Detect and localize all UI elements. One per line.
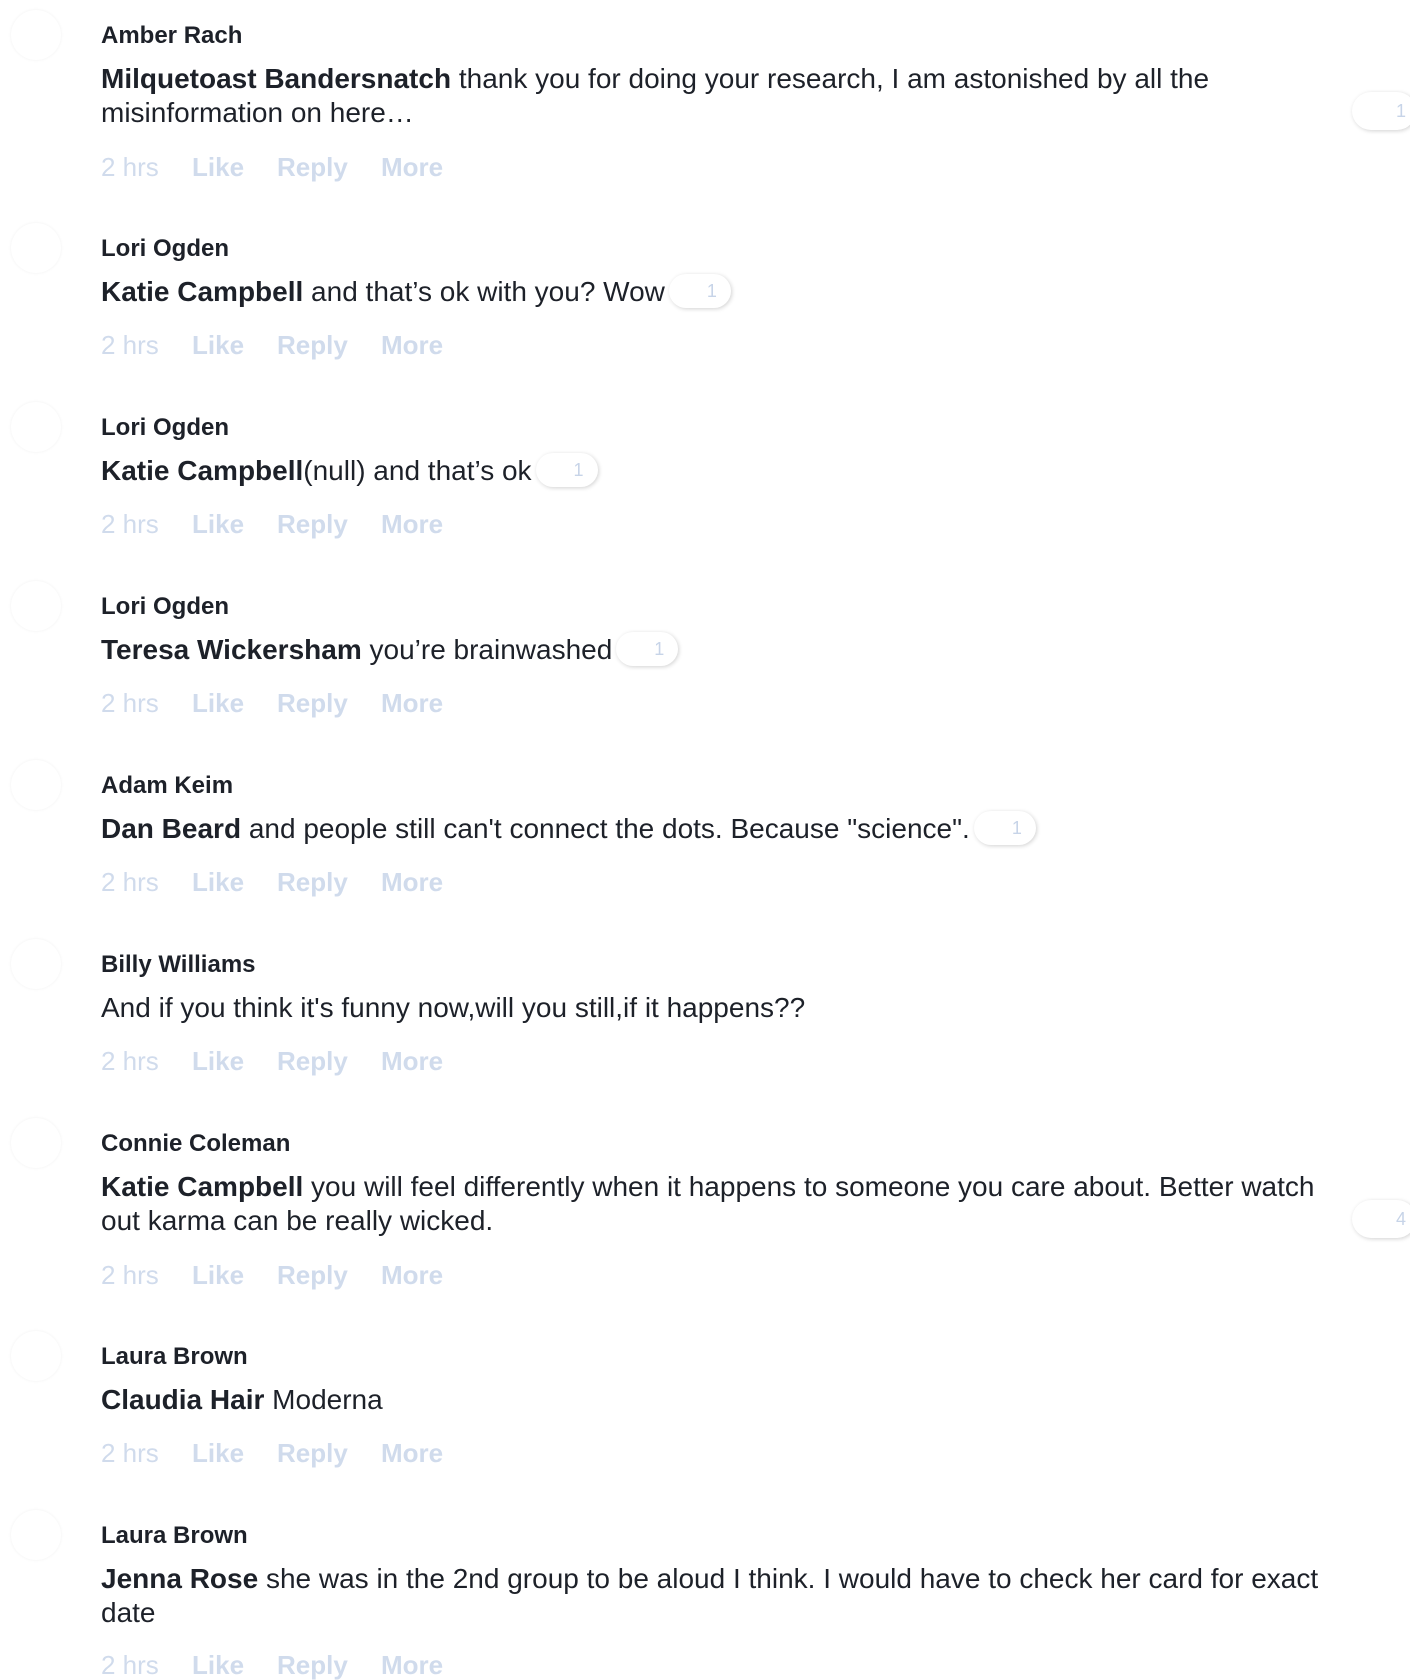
- comment-body: Katie Campbell you will feel differently…: [101, 1170, 1341, 1238]
- avatar[interactable]: [11, 1331, 61, 1381]
- reaction-count: 1: [654, 638, 665, 659]
- avatar[interactable]: [11, 581, 61, 631]
- like-button[interactable]: Like: [192, 688, 244, 718]
- like-button[interactable]: Like: [192, 867, 244, 897]
- mention-link[interactable]: Teresa Wickersham: [101, 634, 362, 665]
- avatar[interactable]: [11, 223, 61, 273]
- more-button[interactable]: More: [381, 867, 443, 897]
- timestamp[interactable]: 2 hrs: [101, 1650, 159, 1680]
- avatar[interactable]: [11, 1510, 61, 1560]
- comment-body: Katie Campbell(null) and that’s ok 1: [101, 452, 1341, 490]
- reply-button[interactable]: Reply: [277, 867, 348, 897]
- reply-button[interactable]: Reply: [277, 509, 348, 539]
- mention-link[interactable]: Katie Campbell: [101, 276, 303, 307]
- comment-author[interactable]: Lori Ogden: [101, 235, 229, 263]
- comment-text: Moderna: [264, 1384, 383, 1415]
- reaction-count: 1: [1396, 101, 1407, 121]
- comment-body: Dan Beard and people still can't connect…: [101, 810, 1341, 848]
- timestamp[interactable]: 2 hrs: [101, 1438, 159, 1468]
- reply-button[interactable]: Reply: [277, 1438, 348, 1468]
- like-button[interactable]: Like: [192, 330, 244, 360]
- timestamp[interactable]: 2 hrs: [101, 688, 159, 718]
- reply-button[interactable]: Reply: [277, 330, 348, 360]
- comment-body: And if you think it's funny now,will you…: [101, 991, 1341, 1025]
- comment-text: (null) and that’s ok: [303, 455, 532, 486]
- comment-body: Teresa Wickersham you’re brainwashed 1: [101, 631, 1341, 669]
- comment-author[interactable]: Laura Brown: [101, 1343, 248, 1371]
- comment-author[interactable]: Amber Rach: [101, 22, 242, 50]
- avatar[interactable]: [11, 402, 61, 452]
- reply-button[interactable]: Reply: [277, 688, 348, 718]
- comment-body: Milquetoast Bandersnatch thank you for d…: [101, 62, 1341, 130]
- more-button[interactable]: More: [381, 509, 443, 539]
- avatar[interactable]: [11, 10, 61, 60]
- comment-text: and that’s ok with you? Wow: [303, 276, 665, 307]
- comment-author[interactable]: Billy Williams: [101, 951, 256, 979]
- reaction-count: 1: [706, 280, 717, 301]
- reaction-count-badge[interactable]: 4: [1352, 1200, 1410, 1238]
- more-button[interactable]: More: [381, 1650, 443, 1680]
- more-button[interactable]: More: [381, 1260, 443, 1290]
- reply-button[interactable]: Reply: [277, 1260, 348, 1290]
- reaction-count: 1: [573, 459, 584, 480]
- timestamp[interactable]: 2 hrs: [101, 330, 159, 360]
- timestamp[interactable]: 2 hrs: [101, 1046, 159, 1076]
- reply-button[interactable]: Reply: [277, 1046, 348, 1076]
- comment-author[interactable]: Laura Brown: [101, 1522, 248, 1550]
- timestamp[interactable]: 2 hrs: [101, 509, 159, 539]
- like-button[interactable]: Like: [192, 152, 244, 182]
- reply-button[interactable]: Reply: [277, 152, 348, 182]
- avatar[interactable]: [11, 1118, 61, 1168]
- mention-link[interactable]: Jenna Rose: [101, 1563, 258, 1594]
- comment-author[interactable]: Connie Coleman: [101, 1130, 290, 1158]
- mention-link[interactable]: Dan Beard: [101, 813, 241, 844]
- reaction-count: 4: [1396, 1209, 1407, 1229]
- comment-author[interactable]: Lori Ogden: [101, 414, 229, 442]
- more-button[interactable]: More: [381, 1438, 443, 1468]
- comment-body: Claudia Hair Moderna: [101, 1383, 1341, 1417]
- more-button[interactable]: More: [381, 688, 443, 718]
- more-button[interactable]: More: [381, 152, 443, 182]
- like-button[interactable]: Like: [192, 1438, 244, 1468]
- like-button[interactable]: Like: [192, 509, 244, 539]
- mention-link[interactable]: Katie Campbell: [101, 1171, 303, 1202]
- mention-link[interactable]: Milquetoast Bandersnatch: [101, 63, 451, 94]
- like-button[interactable]: Like: [192, 1650, 244, 1680]
- avatar[interactable]: [11, 760, 61, 810]
- comment-body: Jenna Rose she was in the 2nd group to b…: [101, 1562, 1341, 1630]
- comment-text: and people still can't connect the dots.…: [241, 813, 970, 844]
- mention-link[interactable]: Claudia Hair: [101, 1384, 264, 1415]
- timestamp[interactable]: 2 hrs: [101, 152, 159, 182]
- comment-text: you’re brainwashed: [361, 634, 613, 665]
- timestamp[interactable]: 2 hrs: [101, 1260, 159, 1290]
- timestamp[interactable]: 2 hrs: [101, 867, 159, 897]
- avatar[interactable]: [11, 939, 61, 989]
- more-button[interactable]: More: [381, 330, 443, 360]
- comment-author[interactable]: Adam Keim: [101, 772, 233, 800]
- mention-link[interactable]: Katie Campbell: [101, 455, 303, 486]
- reaction-count-badge[interactable]: 1: [668, 273, 731, 308]
- reaction-count-badge[interactable]: 1: [1352, 92, 1410, 130]
- reaction-count-badge[interactable]: 1: [616, 631, 679, 666]
- reply-button[interactable]: Reply: [277, 1650, 348, 1680]
- reaction-count-badge[interactable]: 1: [535, 452, 598, 487]
- more-button[interactable]: More: [381, 1046, 443, 1076]
- comment-text: And if you think it's funny now,will you…: [101, 992, 806, 1023]
- comment-thread: Amber Rach Milquetoast Bandersnatch than…: [0, 0, 1410, 1680]
- like-button[interactable]: Like: [192, 1046, 244, 1076]
- comment-text: she was in the 2nd group to be aloud I t…: [101, 1563, 1319, 1628]
- reaction-count: 1: [1011, 817, 1022, 838]
- comment-author[interactable]: Lori Ogden: [101, 593, 229, 621]
- comment-body: Katie Campbell and that’s ok with you? W…: [101, 273, 1341, 311]
- like-button[interactable]: Like: [192, 1260, 244, 1290]
- reaction-count-badge[interactable]: 1: [973, 810, 1036, 845]
